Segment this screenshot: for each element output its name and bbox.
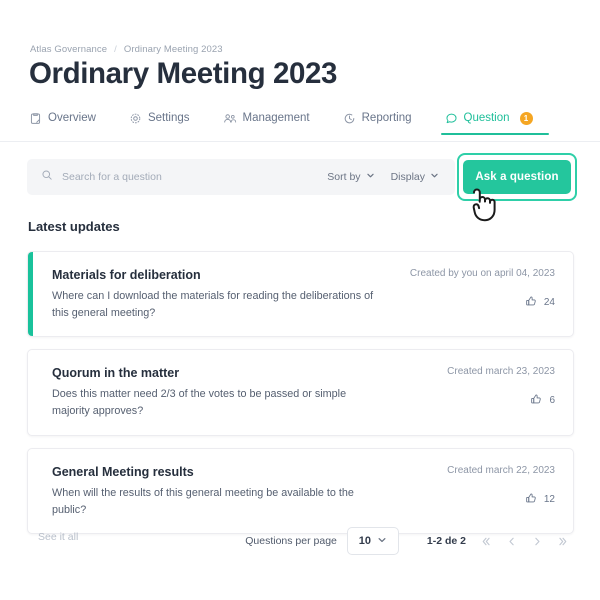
breadcrumb: Atlas Governance / Ordinary Meeting 2023 (30, 44, 223, 55)
list-footer: See it all Questions per page 10 1-2 de … (0, 515, 600, 563)
question-like-count: 6 (549, 395, 555, 407)
pagination-range: 1-2 de 2 (426, 535, 466, 547)
clipboard-icon (29, 112, 42, 125)
thumbs-up-icon (525, 492, 537, 507)
question-body: Where can I download the materials for r… (52, 290, 374, 319)
question-title: Materials for deliberation (52, 268, 201, 282)
question-list: Materials for deliberation Where can I d… (27, 251, 574, 546)
per-page-select[interactable]: 10 (346, 527, 399, 555)
gear-icon (129, 112, 142, 125)
question-like-control[interactable]: 24 (410, 295, 555, 310)
previous-page-button[interactable] (498, 528, 524, 554)
tab-overview-label: Overview (48, 111, 96, 124)
question-date: Created march 23, 2023 (447, 366, 555, 378)
question-date: Created by you on april 04, 2023 (409, 268, 555, 279)
section-title: Latest updates (28, 219, 120, 234)
breadcrumb-separator: / (114, 44, 117, 55)
search-input[interactable] (62, 171, 328, 183)
tab-bar: Overview Settings Management Reporting Q (29, 112, 571, 135)
question-date: Created march 22, 2023 (447, 464, 555, 476)
per-page-value: 10 (358, 535, 372, 547)
clock-icon (343, 112, 356, 125)
ask-question-focus-ring: Ask a question (457, 153, 577, 201)
tab-settings-label: Settings (147, 111, 190, 124)
ask-question-button[interactable]: Ask a question (463, 160, 571, 194)
next-page-button[interactable] (524, 528, 550, 554)
question-title: General Meeting results (52, 464, 194, 479)
chevron-down-icon (366, 171, 375, 183)
chevron-down-icon (430, 171, 439, 183)
sort-by-dropdown[interactable]: Sort by (327, 171, 374, 183)
breadcrumb-root[interactable]: Atlas Governance (30, 44, 107, 55)
question-title: Quorum in the matter (52, 366, 180, 381)
question-meta: Created march 23, 2023 6 (447, 366, 555, 408)
display-dropdown[interactable]: Display (391, 171, 439, 183)
tab-overview[interactable]: Overview (29, 112, 96, 135)
thumbs-up-icon (530, 393, 542, 408)
tab-reporting[interactable]: Reporting (343, 112, 412, 135)
active-tab-underline (440, 132, 549, 135)
sort-by-label: Sort by (327, 171, 361, 183)
display-label: Display (390, 171, 425, 183)
tab-question-label: Question (463, 111, 510, 124)
tab-question-badge: 1 (519, 112, 533, 125)
question-body: Does this matter need 2/3 of the votes t… (52, 388, 347, 418)
tab-question[interactable]: Question 1 (440, 111, 549, 135)
question-card[interactable]: Quorum in the matter Does this matter ne… (27, 349, 574, 436)
question-toolbar: Sort by Display (27, 159, 455, 195)
see-it-all-link[interactable]: See it all (38, 531, 78, 543)
thumbs-up-icon (525, 295, 537, 310)
breadcrumb-current[interactable]: Ordinary Meeting 2023 (124, 44, 223, 55)
question-like-control[interactable]: 6 (447, 393, 555, 408)
page-title: Ordinary Meeting 2023 (29, 57, 338, 90)
question-like-control[interactable]: 12 (447, 492, 555, 507)
last-page-button[interactable] (550, 528, 576, 554)
question-meta: Created march 22, 2023 12 (447, 465, 555, 507)
question-like-count: 24 (543, 297, 555, 308)
question-meta: Created by you on april 04, 2023 24 (410, 268, 555, 310)
search-icon (41, 168, 53, 186)
tab-reporting-label: Reporting (361, 111, 412, 124)
question-body: When will the results of this general me… (52, 486, 354, 516)
chevron-down-icon (377, 535, 387, 548)
question-card[interactable]: Materials for deliberation Where can I d… (27, 251, 574, 338)
chat-icon (445, 112, 458, 125)
tab-management[interactable]: Management (223, 112, 310, 135)
question-like-count: 12 (543, 493, 555, 505)
tab-bar-divider (0, 141, 600, 142)
first-page-button[interactable] (472, 528, 498, 554)
question-page: Atlas Governance / Ordinary Meeting 2023… (0, 0, 600, 600)
tab-management-label: Management (242, 111, 310, 124)
people-icon (223, 112, 237, 125)
pagination: Questions per page 10 1-2 de 2 (245, 527, 576, 555)
tab-settings[interactable]: Settings (129, 112, 190, 135)
search-field-wrapper[interactable] (27, 168, 328, 186)
per-page-label: Questions per page (245, 535, 337, 547)
